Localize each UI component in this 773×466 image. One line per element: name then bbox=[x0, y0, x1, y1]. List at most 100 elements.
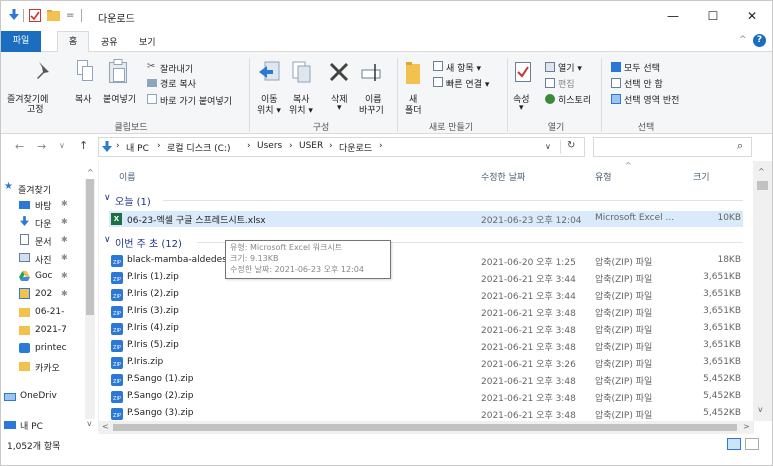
file-row[interactable]: ZIP P.Sango (3).zip 2021-06-21 오후 3:48 압축(Z… bbox=[109, 406, 743, 422]
search-input[interactable]: ⌕ bbox=[593, 137, 752, 157]
nav-desktop[interactable]: 바탕 bbox=[35, 199, 61, 212]
breadcrumb-sep: › bbox=[289, 141, 293, 151]
properties-check-icon[interactable] bbox=[29, 9, 41, 22]
file-row[interactable]: ZIP P.Iris (4).zip 2021-06-21 오후 3:48 압축(ZI… bbox=[109, 321, 743, 337]
forward-button[interactable]: → bbox=[37, 140, 46, 153]
file-row[interactable]: ZIP P.Iris (5).zip 2021-06-21 오후 3:48 압축(ZI… bbox=[109, 338, 743, 354]
horizontal-scrollbar-thumb[interactable] bbox=[113, 424, 737, 431]
open-button[interactable]: 열기 ▾ bbox=[558, 61, 582, 74]
cut-button[interactable]: 잘라내기 bbox=[160, 62, 193, 75]
nav-scrollbar-thumb[interactable] bbox=[86, 179, 94, 315]
help-button[interactable]: ? bbox=[753, 34, 766, 47]
details-view-button[interactable] bbox=[727, 438, 741, 450]
scroll-left-icon[interactable]: < bbox=[102, 422, 109, 431]
select-all-button[interactable]: 모두 선택 bbox=[624, 61, 660, 74]
scroll-up-icon[interactable]: ^ bbox=[758, 167, 765, 176]
nav-folder-06-21[interactable]: 06-21- bbox=[35, 307, 83, 317]
zip-file-icon: ZIP bbox=[111, 255, 123, 267]
file-name: 06-23-엑셀 구글 스프레드시트.xlsx bbox=[127, 216, 266, 226]
recent-locations-button[interactable]: ∨ bbox=[59, 141, 65, 150]
horizontal-scrollbar[interactable]: < > bbox=[99, 421, 754, 434]
nav-this-pc[interactable]: 내 PC bbox=[20, 419, 60, 432]
column-header-name[interactable]: 이름 bbox=[119, 170, 136, 183]
large-icons-view-button[interactable] bbox=[745, 438, 759, 450]
nav-quick-access[interactable]: 즐겨찾기 bbox=[18, 183, 70, 196]
scroll-right-icon[interactable]: > bbox=[743, 422, 750, 431]
tab-file[interactable]: 파일 bbox=[1, 31, 41, 52]
new-item-button[interactable]: 새 항목 ▾ bbox=[446, 61, 481, 74]
nav-folder-202[interactable]: 202 bbox=[35, 289, 59, 299]
breadcrumb-users[interactable]: Users bbox=[257, 141, 282, 151]
vertical-scrollbar-thumb[interactable] bbox=[757, 181, 768, 190]
column-header-type[interactable]: 유형 bbox=[595, 170, 612, 183]
refresh-button[interactable]: ↻ bbox=[567, 140, 575, 151]
file-row[interactable]: ZIP black-mamba-aldedesign.zip 2021-06-20 … bbox=[109, 253, 743, 269]
desktop-icon bbox=[19, 201, 30, 209]
nav-folder-2021[interactable]: 2021-7 bbox=[35, 325, 83, 335]
properties-dropdown[interactable]: ▾ bbox=[519, 103, 524, 113]
file-row[interactable]: ZIP P.Iris (3).zip 2021-06-21 오후 3:48 압축(ZI… bbox=[109, 304, 743, 320]
new-item-icon bbox=[433, 61, 443, 71]
file-row[interactable]: X 06-23-엑셀 구글 스프레드시트.xlsx 2021-06-23 오후 … bbox=[109, 211, 743, 227]
tab-home[interactable]: 홈 bbox=[57, 31, 89, 53]
breadcrumb-this-pc[interactable]: 내 PC bbox=[126, 141, 149, 154]
new-folder-icon[interactable] bbox=[47, 10, 60, 21]
file-row[interactable]: ZIP P.Iris (1).zip 2021-06-21 오후 3:44 압축(ZI… bbox=[109, 270, 743, 286]
up-button[interactable]: ↑ bbox=[79, 139, 88, 152]
file-row[interactable]: ZIP P.Sango (2).zip 2021-06-21 오후 3:48 압축(Z… bbox=[109, 389, 743, 405]
organize-group-label: 구성 bbox=[312, 123, 330, 133]
column-header-modified[interactable]: 수정한 날짜 bbox=[481, 170, 525, 183]
breadcrumb-local-disk[interactable]: 로컬 디스크 (C:) bbox=[167, 141, 230, 154]
nav-scroll-up-icon[interactable]: ^ bbox=[87, 168, 94, 177]
column-header-size[interactable]: 크기 bbox=[693, 170, 710, 183]
pin-icon: ✱ bbox=[61, 235, 68, 244]
nav-folder-printec[interactable]: printec bbox=[35, 343, 83, 353]
file-row[interactable]: ZIP P.Sango (1).zip 2021-06-21 오후 3:48 압축(Z… bbox=[109, 372, 743, 388]
file-size: 10KB bbox=[717, 213, 741, 223]
history-button[interactable]: 히스토리 bbox=[558, 93, 591, 106]
ribbon-collapse-icon[interactable]: ^ bbox=[739, 35, 747, 45]
breadcrumb-user[interactable]: USER bbox=[299, 141, 323, 151]
group-header-today[interactable]: 오늘 (1) bbox=[115, 193, 151, 208]
close-button[interactable]: ✕ bbox=[732, 1, 772, 31]
zip-file-icon: ZIP bbox=[111, 408, 123, 420]
nav-downloads[interactable]: 다운 bbox=[35, 217, 61, 230]
address-dropdown-button[interactable]: ∨ bbox=[545, 142, 551, 151]
back-button[interactable]: ← bbox=[15, 140, 24, 153]
tab-share[interactable]: 공유 bbox=[101, 35, 118, 48]
file-size: 3,651KB bbox=[703, 289, 741, 299]
copy-button[interactable]: 복사 bbox=[75, 92, 92, 105]
qa-customize-icon[interactable]: = bbox=[66, 10, 74, 21]
file-row[interactable]: ZIP P.Iris.zip 2021-06-21 오후 3:26 압축(ZIP) 파… bbox=[109, 355, 743, 371]
file-tooltip: 유형: Microsoft Excel 워크시트 크기: 9.13KB 수정한 … bbox=[225, 240, 391, 279]
tab-view[interactable]: 보기 bbox=[139, 35, 156, 48]
group-collapse-icon[interactable]: ∨ bbox=[104, 193, 111, 203]
delete-dropdown[interactable]: ▾ bbox=[337, 103, 342, 113]
invert-selection-button[interactable]: 선택 영역 반전 bbox=[624, 93, 679, 106]
qa-separator-icon bbox=[81, 9, 82, 22]
scroll-down-icon[interactable]: v bbox=[758, 405, 763, 414]
minimize-button[interactable]: — bbox=[653, 1, 693, 31]
file-row[interactable]: ZIP P.Iris (2).zip 2021-06-21 오후 3:44 압축(ZI… bbox=[109, 287, 743, 303]
nav-scroll-down-icon[interactable]: v bbox=[87, 419, 92, 428]
copy-path-icon bbox=[147, 79, 157, 87]
group-collapse-icon[interactable]: ∨ bbox=[104, 235, 111, 245]
file-type: 압축(ZIP) 파일 bbox=[595, 343, 653, 353]
paste-shortcut-button[interactable]: 바로 가기 붙여넣기 bbox=[160, 94, 232, 107]
easy-access-button[interactable]: 빠른 연결 ▾ bbox=[446, 77, 489, 90]
nav-documents[interactable]: 문서 bbox=[35, 235, 61, 248]
select-none-button[interactable]: 선택 안 함 bbox=[624, 77, 663, 90]
nav-folder-kakao[interactable]: 카카오 bbox=[35, 361, 83, 374]
paste-button[interactable]: 붙여넣기 bbox=[103, 92, 136, 105]
file-date: 2021-06-23 오후 12:04 bbox=[481, 216, 582, 226]
copy-path-button[interactable]: 경로 복사 bbox=[160, 77, 196, 90]
breadcrumb-downloads[interactable]: 다운로드 bbox=[339, 141, 372, 154]
vertical-scrollbar[interactable]: ^ v bbox=[753, 161, 772, 421]
edit-button[interactable]: 편집 bbox=[558, 77, 575, 90]
group-header-this-week[interactable]: 이번 주 초 (12) bbox=[115, 235, 182, 250]
nav-pictures[interactable]: 사진 bbox=[35, 253, 61, 266]
maximize-button[interactable]: ☐ bbox=[693, 1, 733, 31]
nav-google-drive[interactable]: Goc bbox=[35, 271, 59, 281]
nav-onedrive[interactable]: OneDriv bbox=[20, 391, 82, 401]
address-bar[interactable]: › 내 PC › 로컬 디스크 (C:) › Users › USER › 다운… bbox=[98, 137, 585, 157]
